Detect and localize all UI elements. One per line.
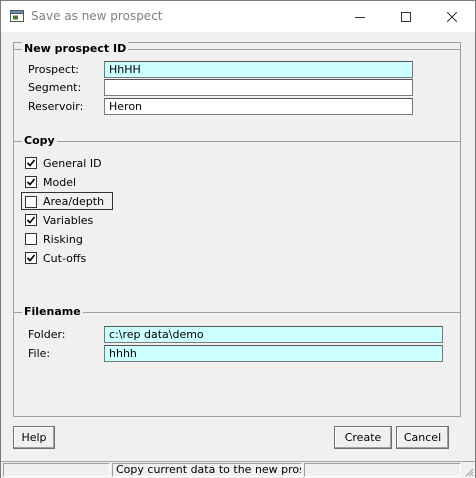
filename-title: Filename [22, 305, 83, 318]
reservoir-label: Reservoir: [28, 100, 84, 113]
app-icon [10, 10, 24, 22]
checkmark-icon [26, 216, 36, 224]
minimize-button[interactable] [337, 1, 383, 32]
folder-label: Folder: [28, 328, 66, 341]
title-bar[interactable]: Save as new prospect [1, 1, 475, 32]
copy-group: Copy [14, 134, 460, 147]
reservoir-field[interactable]: Heron [104, 98, 413, 115]
general-id-label[interactable]: General ID [43, 157, 102, 170]
variables-checkbox[interactable] [25, 214, 37, 226]
general-id-checkbox[interactable] [25, 157, 37, 169]
close-button[interactable] [429, 1, 475, 32]
copy-title: Copy [22, 134, 57, 147]
area-depth-checkbox[interactable] [25, 196, 37, 208]
status-panel-right [304, 463, 461, 477]
file-field[interactable]: hhhh [104, 345, 443, 362]
model-label[interactable]: Model [43, 176, 76, 189]
resize-grip-icon[interactable] [464, 467, 474, 477]
cut-offs-checkbox[interactable] [25, 252, 37, 264]
risking-checkbox[interactable] [25, 233, 37, 245]
model-checkbox[interactable] [25, 176, 37, 188]
maximize-button[interactable] [383, 1, 429, 32]
folder-field[interactable]: c:\rep data\demo [104, 326, 443, 343]
new-prospect-id-group: New prospect ID [14, 42, 460, 55]
checkmark-icon [26, 178, 36, 186]
close-icon [447, 11, 457, 22]
help-button[interactable]: Help [13, 426, 55, 449]
checkmark-icon [26, 159, 36, 167]
prospect-label: Prospect: [28, 63, 79, 76]
dialog-body: New prospect ID Prospect: HhHH Segment: … [1, 32, 475, 477]
window-title: Save as new prospect [31, 9, 163, 23]
cut-offs-label[interactable]: Cut-offs [43, 252, 86, 265]
status-panel-left [3, 463, 110, 477]
area-depth-label[interactable]: Area/depth [43, 195, 104, 208]
maximize-icon [401, 11, 411, 22]
checkmark-icon [26, 254, 36, 262]
file-label: File: [28, 347, 51, 360]
create-button[interactable]: Create [334, 426, 392, 449]
filename-group: Filename [14, 305, 460, 318]
dialog-window: Save as new prospect New prospect ID Pro… [0, 0, 476, 478]
status-bar: Copy current data to the new prosp [1, 461, 475, 478]
new-prospect-id-title: New prospect ID [22, 42, 129, 55]
segment-field[interactable] [104, 79, 413, 96]
cancel-button[interactable]: Cancel [396, 426, 449, 449]
segment-label: Segment: [28, 81, 82, 94]
risking-label[interactable]: Risking [43, 233, 83, 246]
status-message: Copy current data to the new prosp [112, 463, 302, 477]
prospect-field[interactable]: HhHH [104, 61, 413, 78]
minimize-icon [355, 16, 365, 18]
variables-label[interactable]: Variables [43, 214, 93, 227]
